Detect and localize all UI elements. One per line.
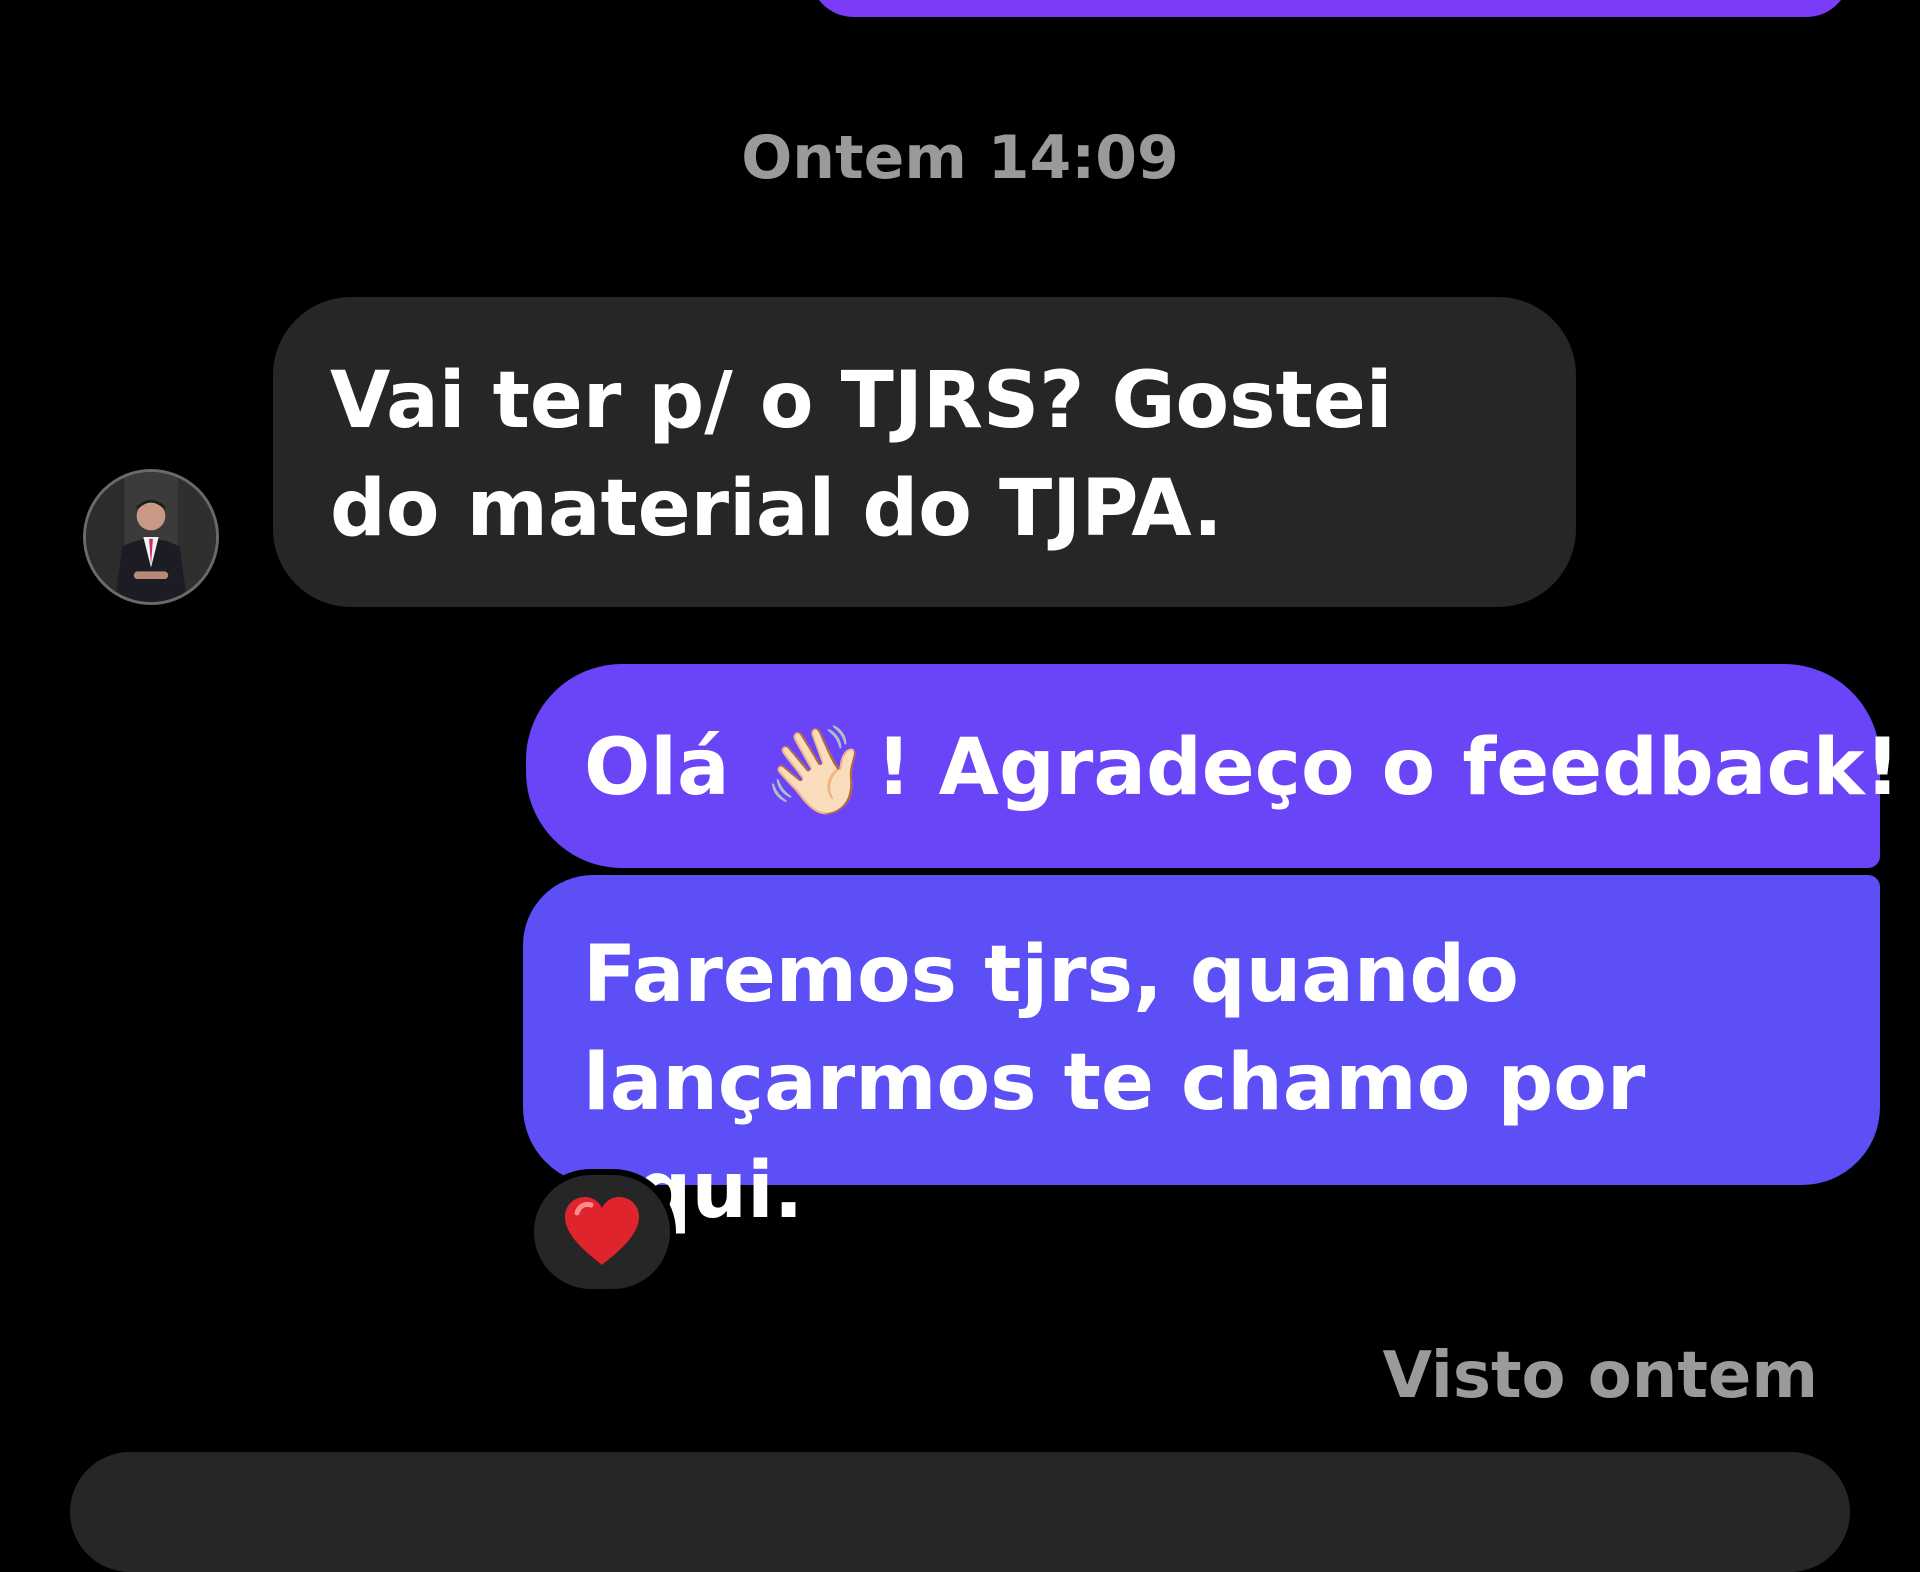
incoming-message-text: Vai ter p/ o TJRS? Gostei do material do… — [330, 356, 1393, 554]
outgoing-message-bubble[interactable]: Olá 👋🏻! Agradeço o feedback! — [526, 664, 1900, 868]
outgoing-message-bubble[interactable]: Faremos tjrs, quando lançarmos te chamo … — [523, 875, 1880, 1236]
avatar-photo — [86, 472, 216, 602]
message-timestamp: Ontem 14:09 — [741, 123, 1179, 193]
incoming-message-bubble[interactable]: Vai ter p/ o TJRS? Gostei do material do… — [273, 297, 1576, 607]
heart-icon — [565, 1197, 639, 1265]
waving-hand-icon: 👋🏻 — [762, 721, 870, 821]
message-reaction[interactable] — [528, 1169, 676, 1295]
contact-avatar[interactable] — [83, 469, 219, 605]
outgoing-message-text-end: ! Agradeço o feedback! — [875, 723, 1901, 813]
previous-outgoing-message-bubble[interactable] — [810, 0, 1850, 17]
outgoing-message-text: Faremos tjrs, quando lançarmos te chamo … — [583, 930, 1646, 1236]
message-composer[interactable] — [70, 1452, 1850, 1572]
seen-status: Visto ontem — [1382, 1339, 1819, 1413]
outgoing-message-text-start: Olá — [584, 723, 757, 813]
